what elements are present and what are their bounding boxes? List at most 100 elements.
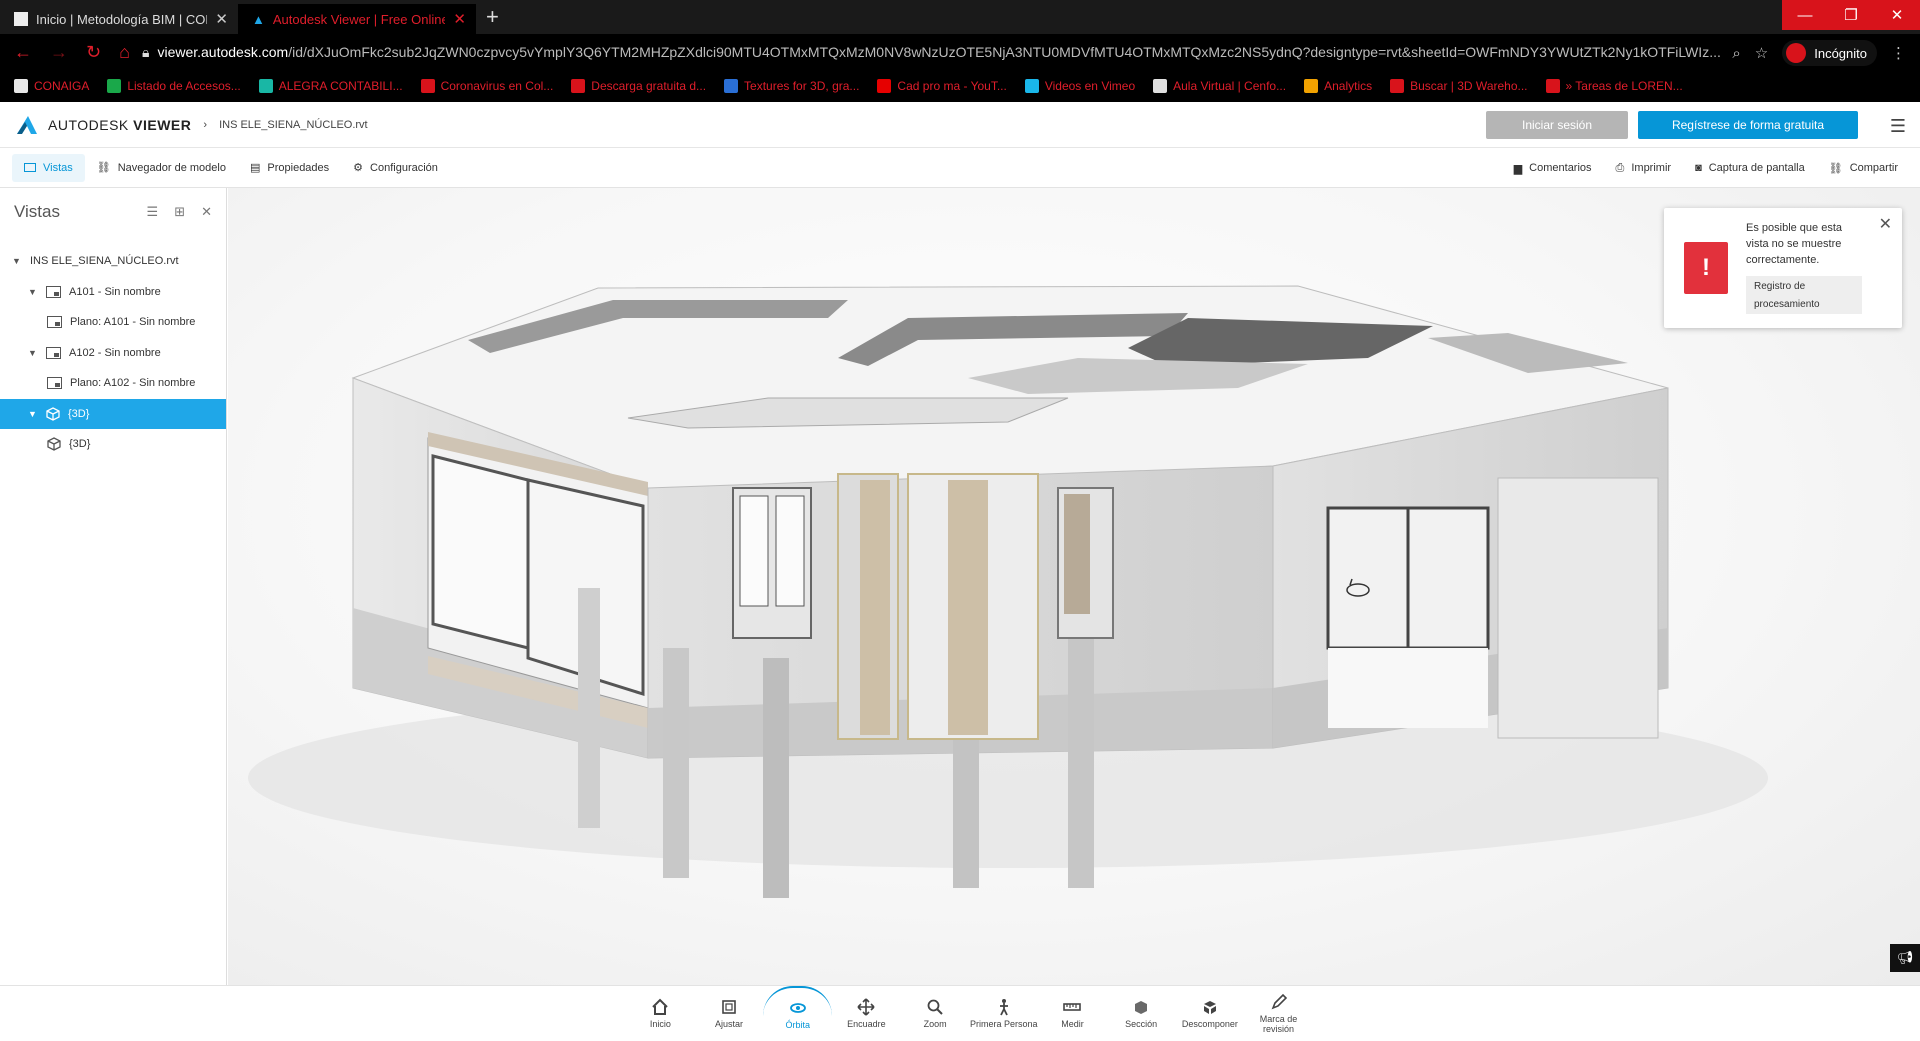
tool-label: Zoom — [923, 1019, 947, 1029]
tool-home[interactable]: Inicio — [626, 986, 695, 1041]
chevron-right-icon: › — [203, 118, 208, 131]
tab-model-browser-label: Navegador de modelo — [117, 161, 226, 174]
brand-suffix: VIEWER — [133, 116, 192, 133]
caret-down-icon[interactable]: ▼ — [12, 256, 22, 266]
share-button[interactable]: ⛓ Compartir — [1817, 154, 1910, 182]
bookmark-item[interactable]: Coronavirus en Col... — [420, 79, 553, 93]
incognito-label: Incógnito — [1814, 45, 1867, 61]
tab-close-icon[interactable]: ✕ — [215, 10, 228, 28]
list-view-icon[interactable]: ☰ — [147, 204, 159, 220]
incognito-badge[interactable]: Incógnito — [1782, 40, 1877, 66]
bookmark-item[interactable]: Analytics — [1304, 79, 1372, 93]
views-icon — [24, 163, 36, 172]
app-header: AUTODESK VIEWER › INS ELE_SIENA_NÚCLEO.r… — [0, 102, 1920, 148]
browser-tab-autodesk-viewer[interactable]: ▲ Autodesk Viewer | Free Online F ✕ — [238, 4, 476, 34]
tree-item-plano-a102[interactable]: Plano: A102 - Sin nombre — [0, 368, 226, 399]
screenshot-label: Captura de pantalla — [1708, 162, 1805, 174]
browser-tab-metodologia[interactable]: Inicio | Metodología BIM | CONC ✕ — [0, 4, 238, 34]
url-path: /id/dXJuOmFkc2sub2JqZWN0czpvcy5vYmplY3Q6… — [288, 44, 1721, 60]
tab-properties[interactable]: ▤ Propiedades — [238, 154, 341, 182]
tree-root[interactable]: ▼ INS ELE_SIENA_NÚCLEO.rvt — [0, 246, 226, 277]
close-window-button[interactable]: ✕ — [1874, 0, 1920, 30]
tool-orbit[interactable]: Órbita — [763, 986, 833, 1041]
url-field[interactable]: 🔒︎ viewer.autodesk.com /id/dXJuOmFkc2sub… — [142, 38, 1742, 66]
tool-section[interactable]: Sección — [1107, 986, 1176, 1041]
bookmark-item[interactable]: Buscar | 3D Wareho... — [1390, 79, 1528, 93]
comments-button[interactable]: ▆ Comentarios — [1502, 154, 1604, 182]
sign-in-button[interactable]: Iniciar sesión — [1486, 111, 1628, 139]
hamburger-menu-icon[interactable]: ☰ — [1890, 116, 1906, 137]
comment-icon: ▆ — [1513, 162, 1523, 175]
new-tab-button[interactable]: + — [486, 4, 499, 30]
print-button[interactable]: ⎙ Imprimir — [1604, 154, 1684, 182]
tool-markup[interactable]: Marca de revisión — [1244, 986, 1313, 1041]
tool-zoom[interactable]: Zoom — [901, 986, 970, 1041]
tab-close-icon[interactable]: ✕ — [453, 10, 466, 28]
bookmark-item[interactable]: Descarga gratuita d... — [571, 79, 706, 93]
tool-pan[interactable]: Encuadre — [832, 986, 901, 1041]
screenshot-button[interactable]: ◙ Captura de pantalla — [1683, 154, 1817, 182]
tree-item-a101[interactable]: ▼ A101 - Sin nombre — [0, 277, 226, 308]
bookmark-favicon-icon — [14, 79, 28, 93]
tool-fit[interactable]: Ajustar — [695, 986, 764, 1041]
tree-item-plano-a101[interactable]: Plano: A101 - Sin nombre — [0, 307, 226, 338]
tab-views[interactable]: Vistas — [12, 153, 85, 182]
home-icon[interactable]: ⌂ — [119, 42, 130, 63]
search-icon[interactable]: ⌕ — [1732, 45, 1740, 62]
close-icon[interactable]: ✕ — [1879, 214, 1892, 234]
tool-explode[interactable]: Descomponer — [1176, 986, 1245, 1041]
tool-measure[interactable]: Medir — [1038, 986, 1107, 1041]
forward-arrow-icon[interactable]: → — [50, 42, 68, 63]
grid-view-icon[interactable]: ⊞ — [174, 204, 185, 220]
window-controls: — ❐ ✕ — [1782, 0, 1920, 30]
bookmark-item[interactable]: CONAIGA — [14, 79, 89, 93]
caret-down-icon[interactable]: ▼ — [28, 287, 38, 297]
sheet-icon — [46, 346, 61, 359]
tab-settings[interactable]: ⚙ Configuración — [341, 154, 450, 182]
tool-label: Órbita — [785, 1020, 810, 1030]
render-warning-popup: ! Es posible que esta vista no se muestr… — [1664, 208, 1902, 328]
bookmark-item[interactable]: Aula Virtual | Cenfo... — [1153, 79, 1286, 93]
tree-item-a102[interactable]: ▼ A102 - Sin nombre — [0, 338, 226, 369]
caret-down-icon[interactable]: ▼ — [28, 348, 38, 358]
caret-down-icon[interactable]: ▼ — [28, 409, 38, 419]
bookmark-item[interactable]: ALEGRA CONTABILI... — [258, 79, 403, 93]
back-arrow-icon[interactable]: ← — [14, 42, 32, 63]
bookmark-label: Analytics — [1324, 79, 1373, 93]
tree-item-label: {3D} — [68, 407, 90, 420]
tool-first-person[interactable]: Primera Persona — [969, 986, 1038, 1041]
autodesk-logo[interactable]: AUTODESK VIEWER — [16, 115, 191, 135]
tab-model-browser[interactable]: ⛓ Navegador de modelo — [85, 154, 238, 182]
processing-log-button[interactable]: Registro de procesamiento — [1746, 276, 1862, 314]
bookmark-item[interactable]: Listado de Accesos... — [107, 79, 241, 93]
bookmark-item[interactable]: Cad pro ma - YouT... — [877, 79, 1007, 93]
tab-properties-label: Propiedades — [267, 161, 330, 174]
bookmark-label: Listado de Accesos... — [127, 79, 241, 93]
bookmark-item[interactable]: Videos en Vimeo — [1024, 79, 1135, 93]
tree-item-3d[interactable]: {3D} — [0, 429, 226, 460]
star-icon[interactable]: ☆ — [1755, 44, 1768, 62]
bookmark-favicon-icon — [420, 79, 435, 93]
measure-icon — [1063, 1003, 1082, 1011]
bookmark-item[interactable]: » Tareas de LOREN... — [1545, 79, 1683, 93]
fit-icon — [722, 1000, 736, 1014]
reload-icon[interactable]: ↻ — [86, 42, 101, 63]
close-icon[interactable]: ✕ — [201, 204, 212, 220]
navigation-toolbar: Inicio Ajustar Órbita Encuadre Zoom Primera P… — [0, 985, 1920, 1040]
cube-icon — [47, 437, 61, 451]
views-panel: Vistas ☰ ⊞ ✕ ▼ INS ELE_SIENA_NÚCLEO.rvt … — [0, 188, 227, 985]
tab-title: Inicio | Metodología BIM | CONC — [36, 11, 208, 27]
sheet-icon — [47, 316, 62, 329]
restore-button[interactable]: ❐ — [1828, 0, 1874, 30]
browser-menu-icon[interactable]: ⋮ — [1891, 44, 1906, 62]
bookmark-favicon-icon — [877, 79, 892, 93]
bookmark-label: ALEGRA CONTABILI... — [278, 79, 403, 93]
bookmark-favicon-icon — [1545, 79, 1560, 93]
tree-item-label: A101 - Sin nombre — [69, 285, 161, 298]
minimize-button[interactable]: — — [1782, 0, 1828, 30]
register-button[interactable]: Regístrese de forma gratuita — [1638, 111, 1858, 139]
bookmark-item[interactable]: Textures for 3D, gra... — [724, 79, 859, 93]
tree-item-label: A102 - Sin nombre — [69, 346, 161, 359]
announcement-icon[interactable]: 📢︎ — [1890, 944, 1920, 972]
tree-item-3d-group[interactable]: ▼ {3D} — [0, 398, 226, 429]
